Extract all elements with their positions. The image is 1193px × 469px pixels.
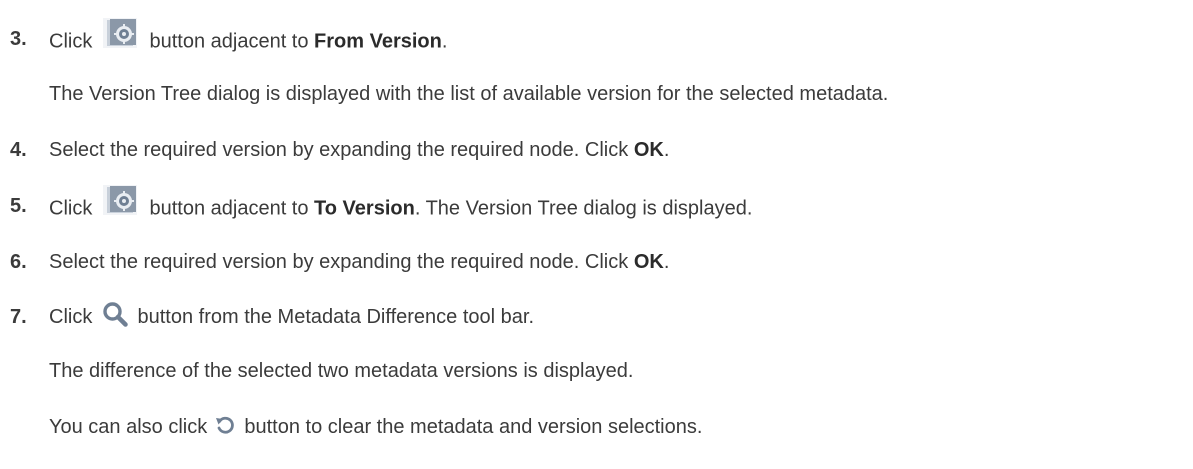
step-text-pre: Click [49,30,93,53]
step-text-post: button adjacent to [149,197,309,220]
step-bold: To Version [314,197,415,220]
step-text-pre: Click [49,197,93,220]
step-end: . [441,30,448,53]
step-text-pre: Select the required version by expanding… [49,139,629,161]
step-number: 5. [10,195,27,217]
step-bold: OK [633,251,664,273]
step-number: 3. [10,28,27,50]
step-bold: OK [633,139,664,161]
step-text-pre: Click [49,306,93,328]
step-text: Select the required version by expanding… [49,137,669,163]
tip-text: You can also click button to clear the m… [49,414,702,440]
step-bold: From Version [314,30,442,53]
step-number: 7. [10,306,27,328]
reset-icon[interactable] [215,415,235,435]
step-text: Select the required version by expanding… [49,249,669,275]
step-text: Click button adjacent to From Version. [49,18,448,58]
step-text-post: button from the Metadata Difference tool… [137,306,535,328]
step-text-pre: Select the required version by expanding… [49,251,629,273]
tip-text-post: button to clear the metadata and version… [244,416,703,438]
step-end: . The Version Tree dialog is displayed. [414,197,753,220]
note-text: The Version Tree dialog is displayed wit… [49,83,889,105]
note-text: The difference of the selected two metad… [49,360,634,382]
search-icon[interactable] [102,301,128,327]
step-end: . [663,251,670,273]
version-tree-icon[interactable] [102,17,138,49]
step-text: Click button from the Metadata Differenc… [49,301,535,331]
tip-text-pre: You can also click [49,416,208,438]
step-text-post: button adjacent to [149,30,309,53]
step-number: 6. [10,251,27,273]
step-number: 4. [10,139,27,161]
version-tree-icon[interactable] [102,184,138,216]
step-end: . [663,139,670,161]
step-text: Click button adjacent to To Version. The… [49,185,753,225]
